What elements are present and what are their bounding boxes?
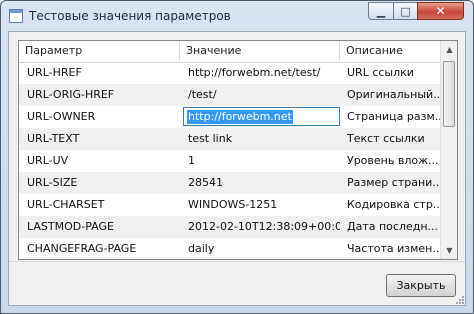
description-cell[interactable]: Уровень влож... xyxy=(340,150,440,172)
value-cell[interactable]: daily xyxy=(180,238,340,259)
close-window-button[interactable]: ✕ xyxy=(417,2,464,20)
close-button[interactable]: Закрыть xyxy=(386,274,456,297)
description-cell[interactable]: URL ссылки xyxy=(340,62,440,84)
parameter-cell[interactable]: URL-OWNER xyxy=(19,106,180,128)
value-edit-field[interactable]: http://forwebm.net xyxy=(183,107,340,126)
resize-grip-icon[interactable] xyxy=(454,294,464,304)
description-cell[interactable]: Кодировка стр... xyxy=(340,194,440,216)
column-header-parameter[interactable]: Параметр xyxy=(19,41,180,61)
dialog-client-area: Параметр Значение Описание URL-HREF http:… xyxy=(8,31,466,306)
table-row[interactable]: URL-OWNER http://forwebm.net Страница разм… xyxy=(19,106,440,128)
close-icon: ✕ xyxy=(435,4,446,18)
table-row[interactable]: CHANGEFRAG-PAGE daily Частота измен... xyxy=(19,238,440,259)
parameter-cell[interactable]: URL-HREF xyxy=(19,62,180,84)
scrollbar-thumb[interactable] xyxy=(443,61,455,127)
minimize-icon: ▁ xyxy=(376,4,386,18)
table-body: URL-HREF http://forwebm.net/test/URL ссыл… xyxy=(19,62,440,259)
scroll-up-button[interactable]: ▲ xyxy=(442,41,457,58)
parameter-cell[interactable]: CHANGEFRAG-PAGE xyxy=(19,238,180,259)
parameter-cell[interactable]: URL-TEXT xyxy=(19,128,180,150)
column-header-description[interactable]: Описание xyxy=(340,41,440,61)
scroll-down-icon: ▼ xyxy=(446,246,453,255)
value-cell[interactable]: WINDOWS-1251 xyxy=(180,194,340,216)
table-header: Параметр Значение Описание xyxy=(19,41,440,63)
parameter-cell[interactable]: URL-UV xyxy=(19,150,180,172)
window-title: Тестовые значения параметров xyxy=(29,9,231,23)
value-cell[interactable]: 1 xyxy=(180,150,340,172)
description-cell[interactable]: Дата последн... xyxy=(340,216,440,238)
footer-divider xyxy=(9,261,465,262)
table-row[interactable]: URL-ORIG-HREF/test/Оригинальный... xyxy=(19,84,440,106)
scroll-down-button[interactable]: ▼ xyxy=(442,242,457,259)
table-row[interactable]: URL-UV 1 Уровень влож... xyxy=(19,150,440,172)
value-cell[interactable]: 2012-02-10T12:38:09+00:00 xyxy=(180,216,340,238)
table-row[interactable]: LASTMOD-PAGE 2012-02-10T12:38:09+00:00 Дат… xyxy=(19,216,440,238)
table-row[interactable]: URL-SIZE 28541 Размер страни... xyxy=(19,172,440,194)
description-cell[interactable]: Оригинальный... xyxy=(340,84,440,106)
app-window-icon xyxy=(9,9,23,23)
maximize-icon: □ xyxy=(400,4,411,18)
value-cell[interactable]: http://forwebm.net/test/ xyxy=(180,62,340,84)
table-row[interactable]: URL-HREF http://forwebm.net/test/URL ссыл… xyxy=(19,62,440,84)
dialog-window: Тестовые значения параметров ▁ □ ✕ Парам… xyxy=(0,0,474,314)
minimize-button[interactable]: ▁ xyxy=(368,2,394,20)
value-cell[interactable]: /test/ xyxy=(180,84,340,106)
parameter-cell[interactable]: URL-ORIG-HREF xyxy=(19,84,180,106)
description-cell[interactable]: Страница разм... xyxy=(340,106,440,128)
table-row[interactable]: URL-TEXT test link Текст ссылки xyxy=(19,128,440,150)
selected-text: http://forwebm.net xyxy=(187,110,293,124)
title-bar[interactable]: Тестовые значения параметров ▁ □ ✕ xyxy=(1,1,473,31)
table-row[interactable]: URL-CHARSET WINDOWS-1251 Кодировка стр... xyxy=(19,194,440,216)
parameter-cell[interactable]: URL-CHARSET xyxy=(19,194,180,216)
vertical-scrollbar[interactable]: ▲ ▼ xyxy=(440,41,457,259)
parameter-cell[interactable]: LASTMOD-PAGE xyxy=(19,216,180,238)
scroll-up-icon: ▲ xyxy=(446,45,453,54)
value-cell[interactable]: 28541 xyxy=(180,172,340,194)
description-cell[interactable]: Размер страни... xyxy=(340,172,440,194)
value-cell[interactable]: test link xyxy=(180,128,340,150)
column-header-value[interactable]: Значение xyxy=(180,41,340,61)
description-cell[interactable]: Частота измен... xyxy=(340,238,440,259)
parameter-cell[interactable]: URL-SIZE xyxy=(19,172,180,194)
description-cell[interactable]: Текст ссылки xyxy=(340,128,440,150)
maximize-button[interactable]: □ xyxy=(393,2,418,20)
parameters-table[interactable]: Параметр Значение Описание URL-HREF http:… xyxy=(18,40,458,260)
